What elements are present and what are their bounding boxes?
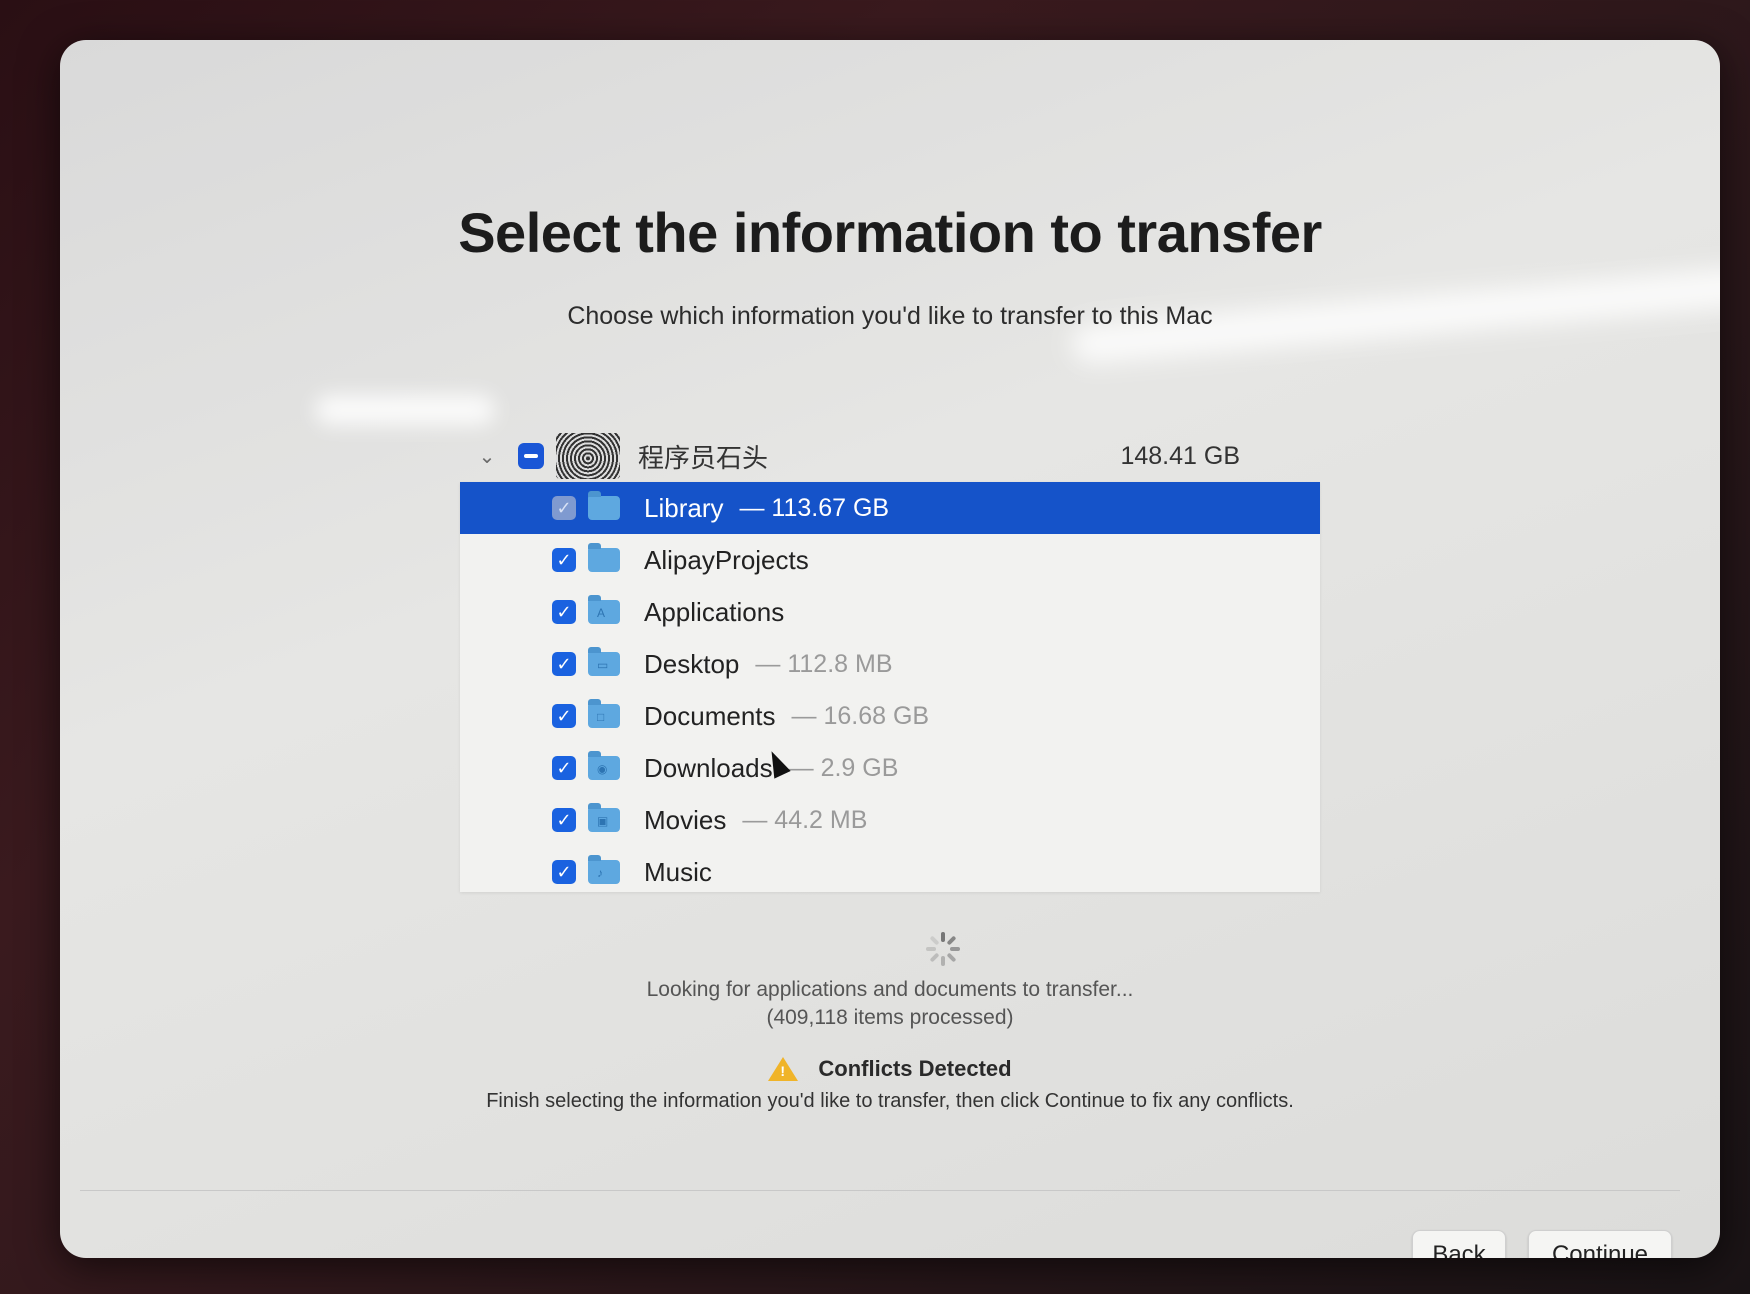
- applications-folder-icon: A: [588, 595, 620, 624]
- list-item-label: Downloads: [644, 752, 773, 783]
- list-item-downloads[interactable]: ✓ ◉ Downloads — 2.9 GB: [460, 742, 1320, 794]
- page-subtitle: Choose which information you'd like to t…: [567, 302, 1213, 330]
- list-item-alipayprojects[interactable]: ✓ AlipayProjects: [460, 534, 1320, 586]
- folder-list[interactable]: ✓ Library — 113.67 GB ✓ AlipayProjects ✓…: [460, 482, 1320, 892]
- list-item-desktop[interactable]: ✓ ▭ Desktop — 112.8 MB: [460, 638, 1320, 690]
- folder-icon: [588, 543, 620, 572]
- avatar: [556, 433, 620, 479]
- list-item-label: Documents: [644, 700, 776, 731]
- folder-icon: [588, 491, 620, 520]
- list-item-label: Desktop: [644, 648, 740, 679]
- music-folder-icon: ♪: [588, 855, 620, 884]
- conflict-title: Conflicts Detected: [818, 1056, 1012, 1081]
- list-item-size: — 44.2 MB: [742, 805, 868, 834]
- warning-icon: !: [768, 1057, 799, 1081]
- status-text: Looking for applications and documents t…: [646, 978, 1134, 1001]
- list-item-music[interactable]: ✓ ♪ Music: [460, 846, 1320, 892]
- loading-spinner-icon: [926, 932, 960, 966]
- list-item-library[interactable]: ✓ Library — 113.67 GB: [460, 482, 1320, 534]
- checkbox[interactable]: ✓: [552, 808, 576, 832]
- list-item-size: — 2.9 GB: [788, 753, 899, 782]
- conflict-message: Finish selecting the information you'd l…: [486, 1090, 1294, 1112]
- continue-button[interactable]: Continue: [1528, 1230, 1672, 1258]
- desktop-folder-icon: ▭: [588, 647, 620, 676]
- checkbox[interactable]: ✓: [552, 756, 576, 780]
- page-title: Select the information to transfer: [458, 201, 1322, 264]
- list-item-size: — 113.67 GB: [739, 493, 890, 522]
- user-checkbox-mixed[interactable]: [518, 443, 544, 469]
- user-account-row[interactable]: ⌄ 程序员石头 148.41 GB: [460, 430, 1330, 482]
- conflict-header: ! Conflicts Detected: [60, 1056, 1720, 1082]
- back-button[interactable]: Back: [1412, 1230, 1506, 1258]
- user-name: 程序员石头: [638, 442, 769, 473]
- list-item-size: — 16.68 GB: [791, 701, 930, 730]
- checkbox[interactable]: ✓: [552, 704, 576, 728]
- movies-folder-icon: ▣: [588, 803, 620, 832]
- migration-assistant-window: Select the information to transfer Choos…: [60, 40, 1720, 1258]
- list-item-applications[interactable]: ✓ A Applications: [460, 586, 1320, 638]
- list-item-label: AlipayProjects: [644, 544, 809, 575]
- checkbox[interactable]: ✓: [552, 548, 576, 572]
- checkbox[interactable]: ✓: [552, 600, 576, 624]
- transfer-list: ⌄ 程序员石头 148.41 GB ✓ Library — 113.67 GB …: [460, 430, 1330, 892]
- documents-folder-icon: □: [588, 699, 620, 728]
- list-item-label: Movies: [644, 804, 727, 835]
- items-processed-count: (409,118 items processed): [766, 1006, 1014, 1029]
- checkbox[interactable]: ✓: [552, 860, 576, 884]
- list-item-movies[interactable]: ✓ ▣ Movies — 44.2 MB: [460, 794, 1320, 846]
- list-item-documents[interactable]: ✓ □ Documents — 16.68 GB: [460, 690, 1320, 742]
- list-item-label: Library: [644, 492, 724, 523]
- list-item-label: Music: [644, 856, 712, 887]
- checkbox[interactable]: ✓: [552, 496, 576, 520]
- list-item-size: — 112.8 MB: [755, 649, 893, 678]
- user-size: 148.41 GB: [1120, 441, 1240, 470]
- downloads-folder-icon: ◉: [588, 751, 620, 780]
- checkbox[interactable]: ✓: [552, 652, 576, 676]
- screen-glare: [315, 395, 495, 425]
- list-item-label: Applications: [644, 596, 785, 627]
- chevron-down-icon[interactable]: ⌄: [472, 441, 502, 471]
- divider: [80, 1190, 1680, 1191]
